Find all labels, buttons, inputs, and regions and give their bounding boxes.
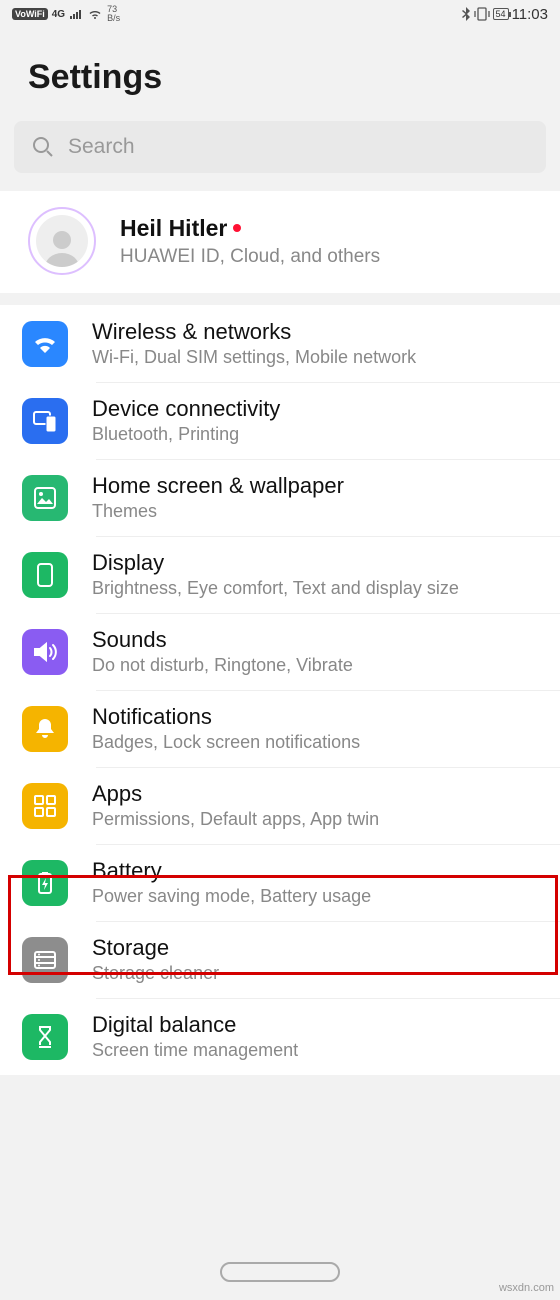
item-title: Digital balance xyxy=(92,1012,542,1038)
settings-item-notifications[interactable]: NotificationsBadges, Lock screen notific… xyxy=(0,690,560,767)
item-title: Notifications xyxy=(92,704,542,730)
clock: 11:03 xyxy=(512,6,548,23)
bell-icon xyxy=(22,706,68,752)
settings-item-device-connectivity[interactable]: Device connectivityBluetooth, Printing xyxy=(0,382,560,459)
item-sub: Badges, Lock screen notifications xyxy=(92,732,542,753)
item-sub: Do not disturb, Ringtone, Vibrate xyxy=(92,655,542,676)
settings-list: Wireless & networksWi-Fi, Dual SIM setti… xyxy=(0,305,560,1075)
network-label: 4G xyxy=(52,9,65,20)
item-sub: Themes xyxy=(92,501,542,522)
settings-item-display[interactable]: DisplayBrightness, Eye comfort, Text and… xyxy=(0,536,560,613)
settings-item-digital-balance[interactable]: Digital balanceScreen time management xyxy=(0,998,560,1075)
vibrate-icon xyxy=(474,7,490,21)
item-sub: Power saving mode, Battery usage xyxy=(92,886,542,907)
item-title: Home screen & wallpaper xyxy=(92,473,542,499)
settings-item-wireless-networks[interactable]: Wireless & networksWi-Fi, Dual SIM setti… xyxy=(0,305,560,382)
devices-icon xyxy=(22,398,68,444)
search-input[interactable]: Search xyxy=(14,121,546,173)
settings-item-home-screen-wallpaper[interactable]: Home screen & wallpaperThemes xyxy=(0,459,560,536)
item-title: Storage xyxy=(92,935,542,961)
item-sub: Permissions, Default apps, App twin xyxy=(92,809,542,830)
settings-item-sounds[interactable]: SoundsDo not disturb, Ringtone, Vibrate xyxy=(0,613,560,690)
page-title: Settings xyxy=(28,58,532,97)
item-title: Display xyxy=(92,550,542,576)
item-sub: Screen time management xyxy=(92,1040,542,1061)
hourglass-icon xyxy=(22,1014,68,1060)
settings-item-apps[interactable]: AppsPermissions, Default apps, App twin xyxy=(0,767,560,844)
item-title: Battery xyxy=(92,858,542,884)
item-title: Sounds xyxy=(92,627,542,653)
account-sub: HUAWEI ID, Cloud, and others xyxy=(120,246,542,268)
account-row[interactable]: Heil Hitler HUAWEI ID, Cloud, and others xyxy=(0,191,560,293)
status-bar: VoWiFi 4G 73 B/s 54 11:03 xyxy=(0,0,560,28)
display-icon xyxy=(22,552,68,598)
account-name: Heil Hitler xyxy=(120,215,227,242)
item-sub: Wi-Fi, Dual SIM settings, Mobile network xyxy=(92,347,542,368)
apps-icon xyxy=(22,783,68,829)
wallpaper-icon xyxy=(22,475,68,521)
item-title: Apps xyxy=(92,781,542,807)
wifi-status-icon xyxy=(87,8,103,20)
search-icon xyxy=(32,136,54,158)
item-sub: Bluetooth, Printing xyxy=(92,424,542,445)
settings-item-battery[interactable]: BatteryPower saving mode, Battery usage xyxy=(0,844,560,921)
storage-icon xyxy=(22,937,68,983)
battery-icon xyxy=(22,860,68,906)
search-placeholder: Search xyxy=(68,135,135,159)
home-indicator[interactable] xyxy=(220,1262,340,1282)
item-title: Device connectivity xyxy=(92,396,542,422)
page-header: Settings xyxy=(0,28,560,121)
vowifi-badge: VoWiFi xyxy=(12,8,48,20)
data-speed: 73 B/s xyxy=(107,5,120,23)
notification-dot xyxy=(233,224,241,232)
avatar xyxy=(28,207,96,275)
settings-item-storage[interactable]: StorageStorage cleaner xyxy=(0,921,560,998)
item-sub: Brightness, Eye comfort, Text and displa… xyxy=(92,578,542,599)
watermark: wsxdn.com xyxy=(499,1282,554,1294)
sound-icon xyxy=(22,629,68,675)
bluetooth-icon xyxy=(461,7,471,21)
item-title: Wireless & networks xyxy=(92,319,542,345)
signal-icon xyxy=(69,9,83,20)
item-sub: Storage cleaner xyxy=(92,963,542,984)
battery-indicator: 54 xyxy=(493,8,509,20)
wifi-icon xyxy=(22,321,68,367)
